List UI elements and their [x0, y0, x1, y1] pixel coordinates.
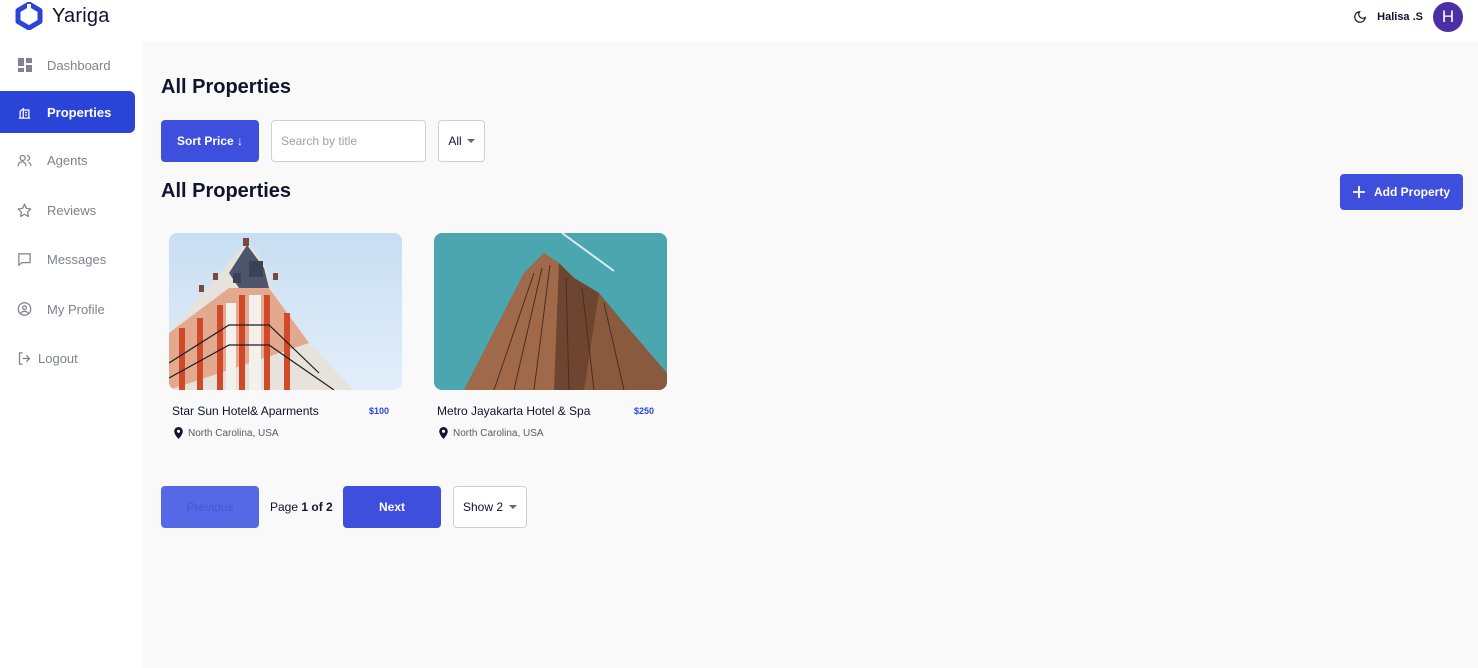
logout-icon [17, 351, 32, 366]
building-icon [17, 105, 32, 120]
sidebar-item-messages[interactable]: Messages [0, 238, 135, 280]
plus-icon [1352, 186, 1365, 198]
sidebar-item-label: Properties [47, 104, 112, 120]
sidebar-item-label: My Profile [47, 301, 105, 317]
location-pin-icon [439, 427, 448, 439]
people-icon [17, 153, 32, 168]
previous-button[interactable]: Previous [161, 486, 259, 528]
chat-icon [17, 252, 32, 267]
caret-down-icon [466, 139, 475, 143]
caret-down-icon [509, 505, 518, 509]
property-image[interactable] [434, 233, 667, 390]
property-location: North Carolina, USA [174, 427, 279, 439]
location-pin-icon [174, 427, 183, 439]
sidebar-item-logout[interactable]: Logout [0, 337, 135, 379]
yariga-logo-icon [15, 2, 43, 30]
property-image[interactable] [169, 233, 402, 390]
page-word: Page [270, 500, 299, 514]
section-title: All Properties [161, 180, 292, 202]
property-name[interactable]: Metro Jayakarta Hotel & Spa [437, 404, 590, 418]
sidebar-item-dashboard[interactable]: Dashboard [0, 44, 135, 86]
avatar[interactable]: H [1433, 2, 1463, 32]
sidebar-item-label: Logout [38, 350, 78, 366]
location-text: North Carolina, USA [188, 427, 279, 439]
main-content: All Properties Sort Price ↓ All All Prop… [143, 42, 1478, 668]
user-area: Halisa .S H [1353, 2, 1463, 32]
sidebar: Dashboard Properties Agents Reviews Mess… [0, 42, 143, 668]
add-property-label: Add Property [1373, 185, 1450, 199]
logo[interactable]: Yariga [14, 0, 110, 32]
sidebar-item-my-profile[interactable]: My Profile [0, 288, 135, 330]
select-value: All [448, 134, 462, 148]
sidebar-item-label: Messages [47, 251, 107, 267]
page-title: All Properties [161, 76, 292, 98]
property-price: $250 [633, 406, 654, 416]
user-circle-icon [17, 302, 32, 317]
page-indicator: Page 1 of 2 [270, 500, 333, 514]
top-header: Yariga Halisa .S H [0, 0, 1478, 42]
star-icon [17, 203, 32, 218]
sidebar-item-label: Reviews [47, 202, 97, 218]
sidebar-item-label: Dashboard [47, 57, 111, 73]
page-of: 1 of 2 [301, 500, 333, 514]
property-card[interactable]: Star Sun Hotel& Aparments $100 North Car… [169, 233, 402, 448]
sidebar-item-label: Agents [47, 152, 88, 168]
property-location: North Carolina, USA [439, 427, 544, 439]
location-text: North Carolina, USA [453, 427, 544, 439]
moon-icon[interactable] [1353, 10, 1367, 24]
property-price: $100 [368, 406, 389, 416]
sidebar-item-reviews[interactable]: Reviews [0, 189, 135, 231]
property-type-select[interactable]: All [438, 120, 485, 162]
next-button[interactable]: Next [343, 486, 441, 528]
select-value: Show 2 [462, 500, 504, 514]
page-size-select[interactable]: Show 2 [453, 486, 527, 528]
property-card[interactable]: Metro Jayakarta Hotel & Spa $250 North C… [434, 233, 667, 448]
sort-price-button[interactable]: Sort Price ↓ [161, 120, 259, 162]
username: Halisa .S [1377, 11, 1423, 23]
property-name[interactable]: Star Sun Hotel& Aparments [172, 404, 319, 418]
add-property-button[interactable]: Add Property [1340, 174, 1463, 210]
dashboard-icon [17, 58, 32, 73]
app-name: Yariga [52, 4, 110, 27]
search-input[interactable] [271, 120, 426, 162]
sidebar-item-agents[interactable]: Agents [0, 139, 135, 181]
sidebar-item-properties[interactable]: Properties [0, 91, 135, 133]
